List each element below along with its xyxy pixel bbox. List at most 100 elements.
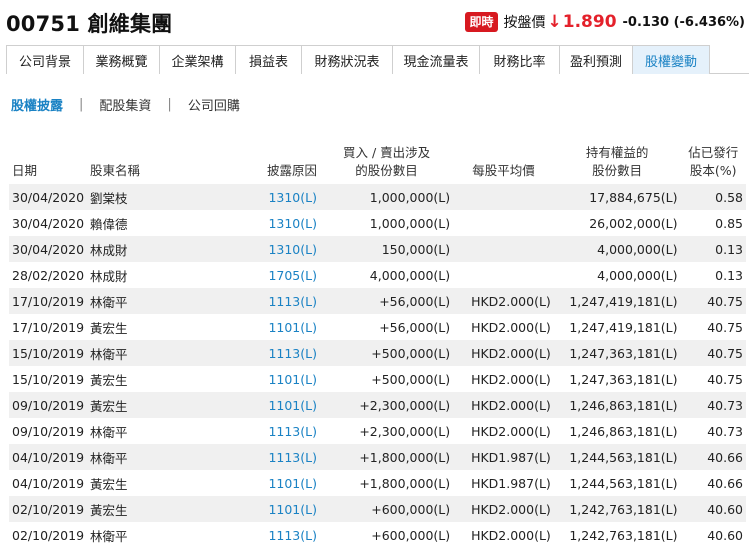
cell-reason-link[interactable]: 1101(L) [185,392,320,418]
tab-3[interactable]: 企業架構 [159,45,236,74]
reason-code-link[interactable]: 1113(L) [268,294,317,309]
cell-shares: +500,000(L) [371,371,451,387]
cell-percent: 0.58 [680,184,746,210]
cell-holding: 1,247,363,181(L) [569,371,678,387]
cell-shares: +500,000(L) [319,340,454,366]
reason-code-link[interactable]: 1113(L) [268,346,317,361]
cell-date: 28/02/2020 [12,267,85,283]
col-header-shares: 買入 / 賣出涉及 的股份數目 [342,145,431,178]
cell-reason-link[interactable]: 1310(L) [186,210,320,236]
quote-label: 按盤價 [503,15,546,31]
last-price: 1.890 [562,12,617,32]
subnav-item-2[interactable]: 配股集資 [99,95,151,114]
subnav-item-1[interactable]: 股權披露 [11,95,63,114]
tab-2[interactable]: 業務概覽 [83,45,160,74]
tab-8[interactable]: 盈利預測 [559,45,633,74]
cell-date: 02/10/2019 [12,527,85,543]
section-tabs: 公司背景 業務概覽 企業架構 損益表 財務狀況表 現金流量表 財務比率 盈利預測 股權變動 [6,45,749,74]
cell-avg-price: HKD2.000(L) [471,319,551,335]
sub-navigation: 股權披露 | 配股集資 | 公司回購 [11,95,240,114]
cell-reason-link[interactable]: 1113(L) [186,522,320,548]
cell-name: 劉棠枝 [87,184,186,210]
shareholding-disclosure-table: 日期 股東名稱 披露原因 買入 / 賣出涉及 的股份數目 每股平均價 持有權益的股… [9,144,746,548]
cell-avg-price [453,236,554,262]
subnav-item-3[interactable]: 公司回購 [188,95,240,114]
reason-code-link[interactable]: 1310(L) [268,190,317,205]
tab-5[interactable]: 財務狀況表 [301,45,393,74]
cell-reason-link[interactable]: 1310(L) [185,236,320,262]
cell-holding: 1,247,419,181(L) [569,319,678,335]
table-row: 17/10/2019 林衛平 1113(L) +56,000(L) HKD2.000(L… [9,288,746,314]
subnav-separator: | [167,97,172,112]
cell-percent: 40.75 [707,319,743,335]
cell-reason-link[interactable]: 1101(L) [186,366,320,392]
cell-percent: 40.73 [680,392,746,418]
cell-date: 09/10/2019 [9,392,88,418]
tab-1[interactable]: 公司背景 [6,45,84,74]
reason-code-link[interactable]: 1310(L) [268,216,317,231]
cell-avg-price: HKD2.000(L) [453,392,554,418]
cell-date: 17/10/2019 [12,319,85,335]
cell-percent: 40.75 [680,288,746,314]
cell-reason-link[interactable]: 1310(L) [185,184,320,210]
cell-name: 林衛平 [90,528,128,544]
col-header-name: 股東名稱 [90,163,141,178]
cell-percent: 40.66 [680,444,746,470]
table-row: 09/10/2019 林衛平 1113(L) +2,300,000(L) HKD2.00… [9,418,746,444]
reason-code-link[interactable]: 1310(L) [268,242,317,257]
cell-date: 30/04/2020 [9,184,88,210]
cell-avg-price: HKD2.000(L) [453,340,554,366]
cell-reason-link[interactable]: 1705(L) [186,262,320,288]
cell-shares: +1,800,000(L) [319,444,454,470]
cell-shares: +600,000(L) [371,527,451,543]
tab-6[interactable]: 現金流量表 [392,45,480,74]
reason-code-link[interactable]: 1101(L) [268,502,317,517]
col-header-avg-price: 每股平均價 [472,163,535,178]
reason-code-link[interactable]: 1101(L) [268,372,317,387]
cell-percent: 0.13 [715,267,743,283]
cell-name: 黃宏生 [87,496,186,522]
cell-shares: +56,000(L) [319,288,454,314]
cell-reason-link[interactable]: 1113(L) [185,288,320,314]
cell-holding: 1,242,763,181(L) [569,527,678,543]
col-header-percent: 佔已發行 股本(%) [688,145,739,178]
cell-shares: +600,000(L) [319,496,454,522]
cell-reason-link[interactable]: 1101(L) [185,496,320,522]
cell-percent: 40.66 [707,475,743,491]
table-row: 30/04/2020 劉棠枝 1310(L) 1,000,000(L) 17,884,6… [9,184,746,210]
col-header-date: 日期 [12,163,38,178]
cell-reason-link[interactable]: 1113(L) [185,444,320,470]
cell-date: 30/04/2020 [12,215,85,231]
reason-code-link[interactable]: 1113(L) [268,450,317,465]
reason-code-link[interactable]: 1705(L) [268,268,317,283]
cell-date: 09/10/2019 [12,423,85,439]
cell-avg-price [453,262,554,288]
cell-holding: 1,242,763,181(L) [553,496,681,522]
reason-code-link[interactable]: 1101(L) [268,476,317,491]
reason-code-link[interactable]: 1113(L) [268,424,317,439]
table-row: 02/10/2019 林衛平 1113(L) +600,000(L) HKD2.000(… [9,522,746,548]
tab-4[interactable]: 損益表 [235,45,302,74]
cell-date: 04/10/2019 [9,444,88,470]
cell-reason-link[interactable]: 1113(L) [186,418,320,444]
cell-shares: 1,000,000(L) [319,184,454,210]
reason-code-link[interactable]: 1101(L) [268,320,317,335]
cell-holding: 17,884,675(L) [553,184,681,210]
tab-7[interactable]: 財務比率 [479,45,560,74]
table-body: 30/04/2020 劉棠枝 1310(L) 1,000,000(L) 17,884,6… [9,184,746,548]
reason-code-link[interactable]: 1101(L) [268,398,317,413]
arrow-down-icon: ↓ [547,12,562,32]
tab-9[interactable]: 股權變動 [632,45,710,74]
cell-shares: +2,300,000(L) [319,392,454,418]
cell-avg-price: HKD2.000(L) [471,423,551,439]
cell-reason-link[interactable]: 1101(L) [186,314,320,340]
cell-avg-price: HKD2.000(L) [471,527,551,543]
reason-code-link[interactable]: 1113(L) [268,528,317,543]
cell-name: 黃宏生 [90,320,128,336]
cell-name: 黃宏生 [87,392,186,418]
cell-reason-link[interactable]: 1101(L) [186,470,320,496]
cell-reason-link[interactable]: 1113(L) [185,340,320,366]
cell-holding: 1,246,863,181(L) [553,392,681,418]
cell-avg-price: HKD2.000(L) [471,371,551,387]
table-row: 17/10/2019 黃宏生 1101(L) +56,000(L) HKD2.000(L… [9,314,746,340]
